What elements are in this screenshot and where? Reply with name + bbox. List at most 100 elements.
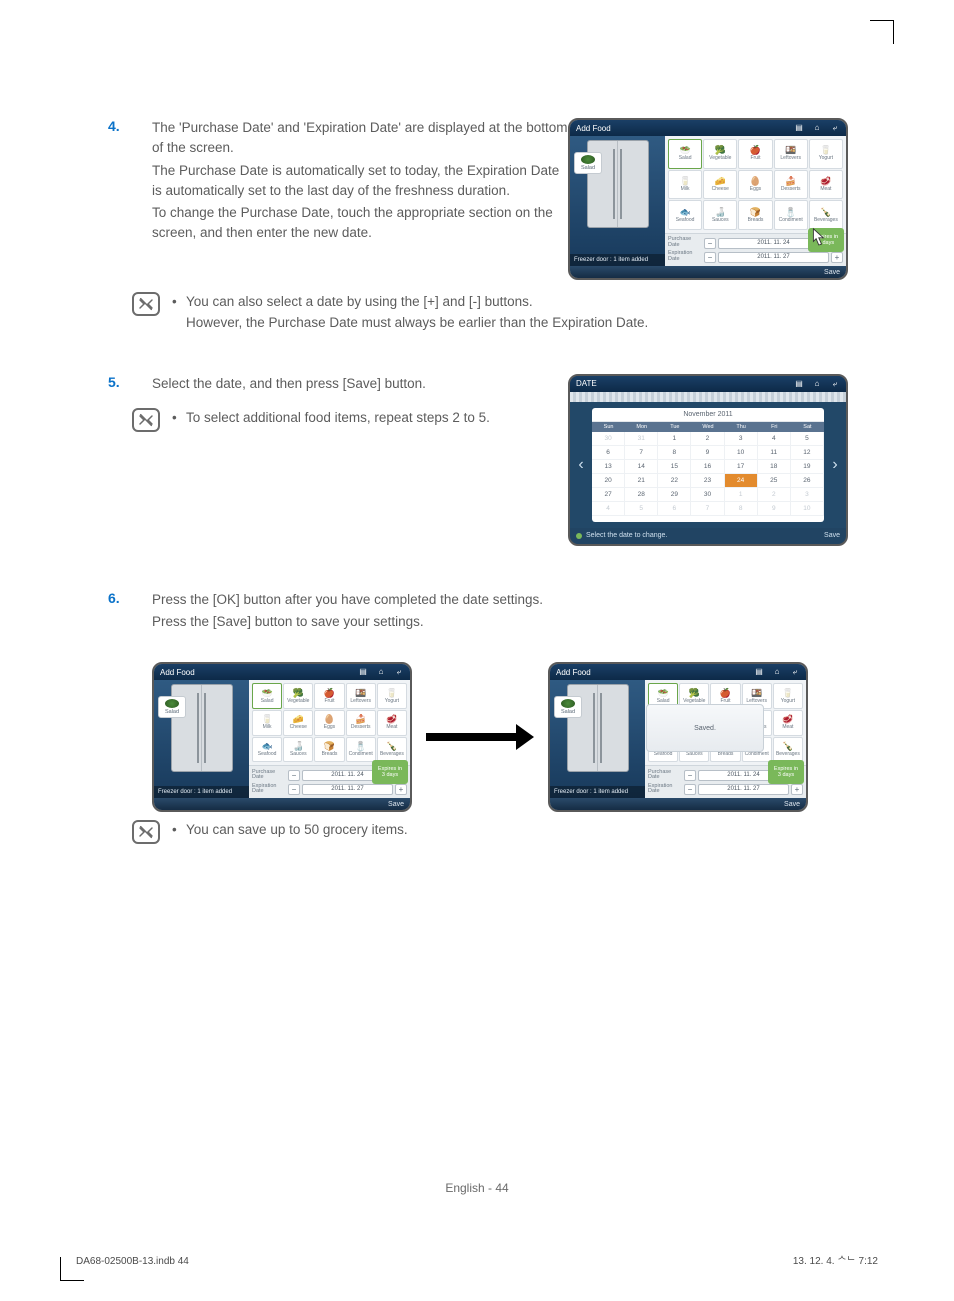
calendar-day[interactable]: 15 [658, 460, 691, 474]
calendar-day[interactable]: 24 [725, 474, 758, 488]
save-button[interactable]: Save [824, 269, 840, 276]
category-sauces[interactable]: 🍶Sauces [703, 200, 737, 230]
calendar-day[interactable]: 18 [758, 460, 791, 474]
calendar-day[interactable]: 21 [625, 474, 658, 488]
home-icon: ⌂ [376, 667, 386, 677]
category-fruit[interactable]: 🍎Fruit [314, 683, 344, 709]
calendar-day[interactable]: 31 [625, 432, 658, 446]
calendar-day[interactable]: 9 [691, 446, 724, 460]
calendar-day[interactable]: 2 [691, 432, 724, 446]
home-icon: ⌂ [812, 123, 822, 133]
calendar-day[interactable]: 12 [791, 446, 824, 460]
category-beverages[interactable]: 🍾Beverages [377, 737, 407, 763]
category-meat[interactable]: 🥩Meat [377, 710, 407, 736]
addfood-title: Add Food [160, 668, 195, 677]
calendar-day[interactable]: 23 [691, 474, 724, 488]
calendar-day[interactable]: 10 [725, 446, 758, 460]
category-yogurt[interactable]: 🥛Yogurt [773, 683, 803, 709]
expiration-date-value[interactable]: 2011. 11. 27 [698, 784, 789, 795]
calendar-day[interactable]: 4 [758, 432, 791, 446]
calendar-day[interactable]: 6 [658, 502, 691, 516]
prev-month-button[interactable]: ‹ [570, 402, 592, 528]
calendar-day[interactable]: 13 [592, 460, 625, 474]
category-leftovers[interactable]: 🍱Leftovers [346, 683, 376, 709]
calendar-day[interactable]: 5 [625, 502, 658, 516]
category-seafood[interactable]: 🐟Seafood [252, 737, 282, 763]
save-button[interactable]: Save [388, 801, 404, 808]
category-desserts[interactable]: 🍰Desserts [774, 170, 808, 200]
category-yogurt[interactable]: 🥛Yogurt [809, 139, 843, 169]
calendar-day[interactable]: 3 [791, 488, 824, 502]
calendar-day[interactable]: 2 [758, 488, 791, 502]
category-seafood[interactable]: 🐟Seafood [668, 200, 702, 230]
category-cheese[interactable]: 🧀Cheese [703, 170, 737, 200]
category-beverages[interactable]: 🍾Beverages [773, 737, 803, 763]
calendar-day[interactable]: 30 [691, 488, 724, 502]
calendar-day[interactable]: 10 [791, 502, 824, 516]
calendar-day[interactable]: 26 [791, 474, 824, 488]
minus-button[interactable]: − [704, 252, 716, 263]
calendar-day[interactable]: 16 [691, 460, 724, 474]
calendar-day[interactable]: 29 [658, 488, 691, 502]
category-desserts[interactable]: 🍰Desserts [346, 710, 376, 736]
category-vegetable[interactable]: 🥦Vegetable [703, 139, 737, 169]
expiration-date-value[interactable]: 2011. 11. 27 [302, 784, 393, 795]
calendar-day[interactable]: 1 [658, 432, 691, 446]
plus-button[interactable]: + [791, 784, 803, 795]
category-cheese[interactable]: 🧀Cheese [283, 710, 313, 736]
category-meat[interactable]: 🥩Meat [809, 170, 843, 200]
minus-button[interactable]: − [288, 784, 300, 795]
calendar-day[interactable]: 25 [758, 474, 791, 488]
calendar-day[interactable]: 17 [725, 460, 758, 474]
next-month-button[interactable]: › [824, 402, 846, 528]
calendar-day[interactable]: 3 [725, 432, 758, 446]
calendar-day[interactable]: 27 [592, 488, 625, 502]
plus-button[interactable]: + [395, 784, 407, 795]
note-line2: However, the Purchase Date must always b… [186, 313, 648, 334]
category-milk[interactable]: 🥛Milk [252, 710, 282, 736]
category-beverages[interactable]: 🍾Beverages [809, 200, 843, 230]
calendar-day[interactable]: 30 [592, 432, 625, 446]
calendar-day[interactable]: 22 [658, 474, 691, 488]
step5-line1: Select the date, and then press [Save] b… [152, 374, 568, 394]
calendar-day[interactable]: 20 [592, 474, 625, 488]
save-button[interactable]: Save [784, 801, 800, 808]
category-vegetable[interactable]: 🥦Vegetable [283, 683, 313, 709]
calendar-day[interactable]: 8 [658, 446, 691, 460]
expiration-date-value[interactable]: 2011. 11. 27 [718, 252, 829, 263]
minus-button[interactable]: − [684, 770, 696, 781]
category-breads[interactable]: 🍞Breads [738, 200, 772, 230]
category-fruit[interactable]: 🍎Fruit [738, 139, 772, 169]
calendar-day[interactable]: 1 [725, 488, 758, 502]
category-yogurt[interactable]: 🥛Yogurt [377, 683, 407, 709]
calendar-day[interactable]: 9 [758, 502, 791, 516]
save-button[interactable]: Save [824, 532, 840, 539]
category-condiment[interactable]: 🧂Condiment [774, 200, 808, 230]
calendar-day[interactable]: 28 [625, 488, 658, 502]
category-milk[interactable]: 🥛Milk [668, 170, 702, 200]
calendar-day[interactable]: 8 [725, 502, 758, 516]
calendar-day[interactable]: 14 [625, 460, 658, 474]
calendar-day[interactable]: 7 [691, 502, 724, 516]
minus-button[interactable]: − [288, 770, 300, 781]
category-leftovers[interactable]: 🍱Leftovers [774, 139, 808, 169]
calendar-day[interactable]: 4 [592, 502, 625, 516]
category-eggs[interactable]: 🥚Eggs [738, 170, 772, 200]
calendar-day[interactable]: 11 [758, 446, 791, 460]
calendar-day[interactable]: 6 [592, 446, 625, 460]
category-salad[interactable]: 🥗Salad [668, 139, 702, 169]
category-condiment[interactable]: 🧂Condiment [346, 737, 376, 763]
category-breads[interactable]: 🍞Breads [314, 737, 344, 763]
minus-button[interactable]: − [684, 784, 696, 795]
category-meat[interactable]: 🥩Meat [773, 710, 803, 736]
category-salad[interactable]: 🥗Salad [252, 683, 282, 709]
calendar-day[interactable]: 19 [791, 460, 824, 474]
calendar-day[interactable]: 5 [791, 432, 824, 446]
category-sauces[interactable]: 🍶Sauces [283, 737, 313, 763]
minus-button[interactable]: − [704, 238, 716, 249]
plus-button[interactable]: + [831, 252, 843, 263]
calendar-day[interactable]: 7 [625, 446, 658, 460]
category-eggs[interactable]: 🥚Eggs [314, 710, 344, 736]
fridge-caption: Freezer door : 1 item added [154, 786, 249, 798]
memo-icon: ▤ [754, 667, 764, 677]
